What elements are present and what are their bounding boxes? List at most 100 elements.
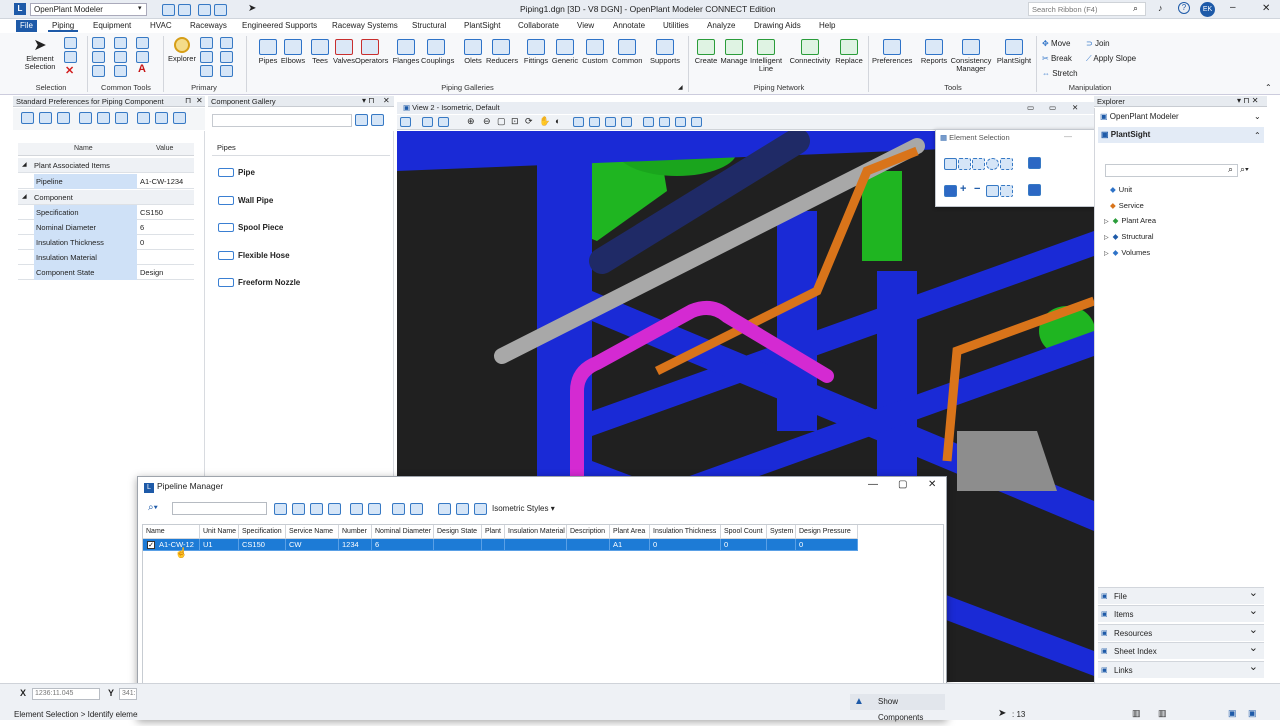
help-icon[interactable]: ? bbox=[1178, 2, 1190, 14]
expand-icon[interactable]: ▷ bbox=[1104, 235, 1109, 241]
export-icon[interactable] bbox=[39, 112, 52, 124]
app-dropdown[interactable]: OpenPlant Modeler bbox=[30, 3, 147, 16]
primary-tools[interactable] bbox=[200, 37, 242, 79]
gallery-operators-button[interactable]: Operators bbox=[355, 39, 388, 65]
gallery-fittings-button[interactable]: Fittings bbox=[521, 39, 551, 65]
view-restore-icon[interactable]: ▭ bbox=[1049, 102, 1056, 114]
rename-pipeline-icon[interactable] bbox=[328, 503, 341, 515]
prefs-row-nominal-diameter[interactable]: Nominal Diameter 6 bbox=[18, 220, 194, 235]
accordion-file[interactable]: ▣ File bbox=[1098, 585, 1264, 604]
group-icon[interactable] bbox=[64, 51, 77, 63]
gallery-supports-button[interactable]: Supports bbox=[650, 39, 680, 65]
references-icon[interactable] bbox=[220, 37, 233, 49]
add-pipeline-icon[interactable] bbox=[274, 503, 287, 515]
tab-utilities[interactable]: Utilities bbox=[659, 20, 693, 32]
table-cell[interactable] bbox=[434, 539, 482, 551]
section-icon[interactable] bbox=[691, 117, 702, 127]
mode-add-icon[interactable]: + bbox=[960, 183, 966, 195]
rect-icon[interactable] bbox=[114, 65, 127, 77]
undo-icon[interactable] bbox=[198, 4, 211, 16]
gallery-elbows-button[interactable]: Elbows bbox=[278, 39, 308, 65]
explorer-root[interactable]: ▣ OpenPlant Modeler bbox=[1100, 112, 1179, 121]
column-header[interactable]: System bbox=[767, 525, 796, 539]
accordion-items[interactable]: ▣ Items bbox=[1098, 603, 1264, 623]
method-shape-icon[interactable] bbox=[972, 158, 985, 170]
explorer-search-input[interactable] bbox=[1105, 164, 1238, 177]
copy-icon[interactable] bbox=[92, 65, 105, 77]
prefs-row-insulation-material[interactable]: Insulation Material bbox=[18, 250, 194, 265]
chevron-down-icon[interactable]: ⌄ bbox=[1254, 112, 1261, 121]
tab-annotate[interactable]: Annotate bbox=[609, 20, 649, 32]
pin-icon[interactable]: ⊓ bbox=[185, 96, 191, 105]
prefs-row-pipeline[interactable]: Pipeline A1-CW-1234 bbox=[18, 174, 194, 189]
delete-icon[interactable]: ✕ bbox=[65, 64, 74, 77]
search-ribbon-input[interactable]: Search Ribbon (F4) bbox=[1028, 2, 1146, 16]
method-block-icon[interactable] bbox=[958, 158, 971, 170]
table-cell[interactable]: 0 bbox=[796, 539, 858, 551]
selection-tools[interactable]: ✕ bbox=[62, 37, 78, 77]
pm-search-input[interactable] bbox=[172, 502, 267, 515]
column-header[interactable]: Design State bbox=[434, 525, 482, 539]
join-button[interactable]: ⊃ Join bbox=[1086, 39, 1110, 48]
prefs-row-insulation-thickness[interactable]: Insulation Thickness 0 bbox=[18, 235, 194, 250]
clear-selection-icon[interactable] bbox=[1028, 157, 1041, 169]
network-replace-button[interactable]: Replace bbox=[833, 39, 865, 65]
table-icon[interactable] bbox=[21, 112, 34, 124]
view-min-icon[interactable]: ▭ bbox=[1027, 102, 1034, 114]
accordion-resources[interactable]: ▣ Resources bbox=[1098, 622, 1264, 641]
gallery-common-button[interactable]: Common bbox=[612, 39, 642, 65]
explorer-pin-icon[interactable]: ▾ ⊓ ✕ bbox=[1237, 96, 1258, 105]
tab-view[interactable]: View bbox=[573, 20, 598, 32]
close-panel-icon[interactable]: ✕ bbox=[383, 96, 390, 105]
connect-icon[interactable] bbox=[79, 112, 92, 124]
tab-plantsight[interactable]: PlantSight bbox=[460, 20, 504, 32]
tab-drawing-aids[interactable]: Drawing Aids bbox=[750, 20, 805, 32]
levels-icon[interactable] bbox=[200, 65, 213, 77]
table-cell[interactable] bbox=[482, 539, 505, 551]
gallery-item-wall-pipe[interactable]: Wall Pipe bbox=[218, 194, 273, 208]
tree-item-plant-area[interactable]: ▷ ◆ Plant Area bbox=[1104, 215, 1156, 227]
network-connectivity-button[interactable]: Connectivity bbox=[788, 39, 832, 65]
table-cell[interactable]: CS150 bbox=[239, 539, 286, 551]
gallery-reducers-button[interactable]: Reducers bbox=[486, 39, 518, 65]
mode-clear-icon[interactable] bbox=[1000, 185, 1013, 197]
gallery-item-flexible-hose[interactable]: Flexible Hose bbox=[218, 249, 290, 263]
table-cell[interactable] bbox=[505, 539, 567, 551]
split-icon[interactable] bbox=[97, 112, 110, 124]
edit-pipeline-icon[interactable] bbox=[310, 503, 323, 515]
mode-invert-icon[interactable] bbox=[986, 185, 999, 197]
row-checkbox[interactable]: ✓ bbox=[147, 541, 155, 549]
pm-minimize-icon[interactable]: — bbox=[868, 479, 878, 490]
refresh-icon[interactable] bbox=[173, 112, 186, 124]
column-header[interactable]: Plant bbox=[482, 525, 505, 539]
lock-icon[interactable]: ▥ bbox=[1132, 708, 1141, 719]
prefs-row-component-state[interactable]: Component State Design bbox=[18, 265, 194, 280]
user-avatar[interactable]: EK bbox=[1200, 2, 1215, 17]
tab-collaborate[interactable]: Collaborate bbox=[514, 20, 563, 32]
display-icon[interactable] bbox=[220, 65, 233, 77]
table-cell[interactable]: 0 bbox=[721, 539, 767, 551]
tab-raceway-systems[interactable]: Raceway Systems bbox=[328, 20, 402, 32]
iso-batch-icon[interactable] bbox=[456, 503, 469, 515]
column-header[interactable]: Name bbox=[143, 525, 200, 539]
pm-maximize-icon[interactable]: ▢ bbox=[898, 479, 907, 490]
split-pipeline-icon[interactable] bbox=[368, 503, 381, 515]
tree-item-unit[interactable]: ◆ Unit bbox=[1110, 184, 1132, 196]
view-close-icon[interactable]: ✕ bbox=[1072, 102, 1078, 114]
mode-new-icon[interactable] bbox=[944, 185, 957, 197]
walk-icon[interactable]: ◐ bbox=[555, 116, 560, 126]
spec-icon[interactable] bbox=[137, 112, 150, 124]
collapse-ribbon-icon[interactable]: ⌃ bbox=[1265, 83, 1272, 92]
apply-slope-button[interactable]: ⟋ Apply Slope bbox=[1086, 54, 1136, 64]
chevron-up-icon[interactable]: ⌃ bbox=[1254, 131, 1261, 140]
table-cell[interactable]: 0 bbox=[650, 539, 721, 551]
tab-file[interactable]: File bbox=[16, 20, 37, 32]
plantsight-section[interactable]: ▣ PlantSight bbox=[1098, 127, 1264, 143]
level-icon[interactable] bbox=[114, 37, 127, 49]
isometric-styles-dropdown[interactable]: Isometric Styles ▾ bbox=[492, 504, 555, 513]
expand-icon[interactable]: ▷ bbox=[1104, 219, 1109, 225]
table-cell[interactable]: 1234 bbox=[339, 539, 372, 551]
table-cell[interactable]: A1 bbox=[610, 539, 650, 551]
gallery-generic-button[interactable]: Generic bbox=[550, 39, 580, 65]
column-header[interactable]: Nominal Diameter bbox=[372, 525, 434, 539]
